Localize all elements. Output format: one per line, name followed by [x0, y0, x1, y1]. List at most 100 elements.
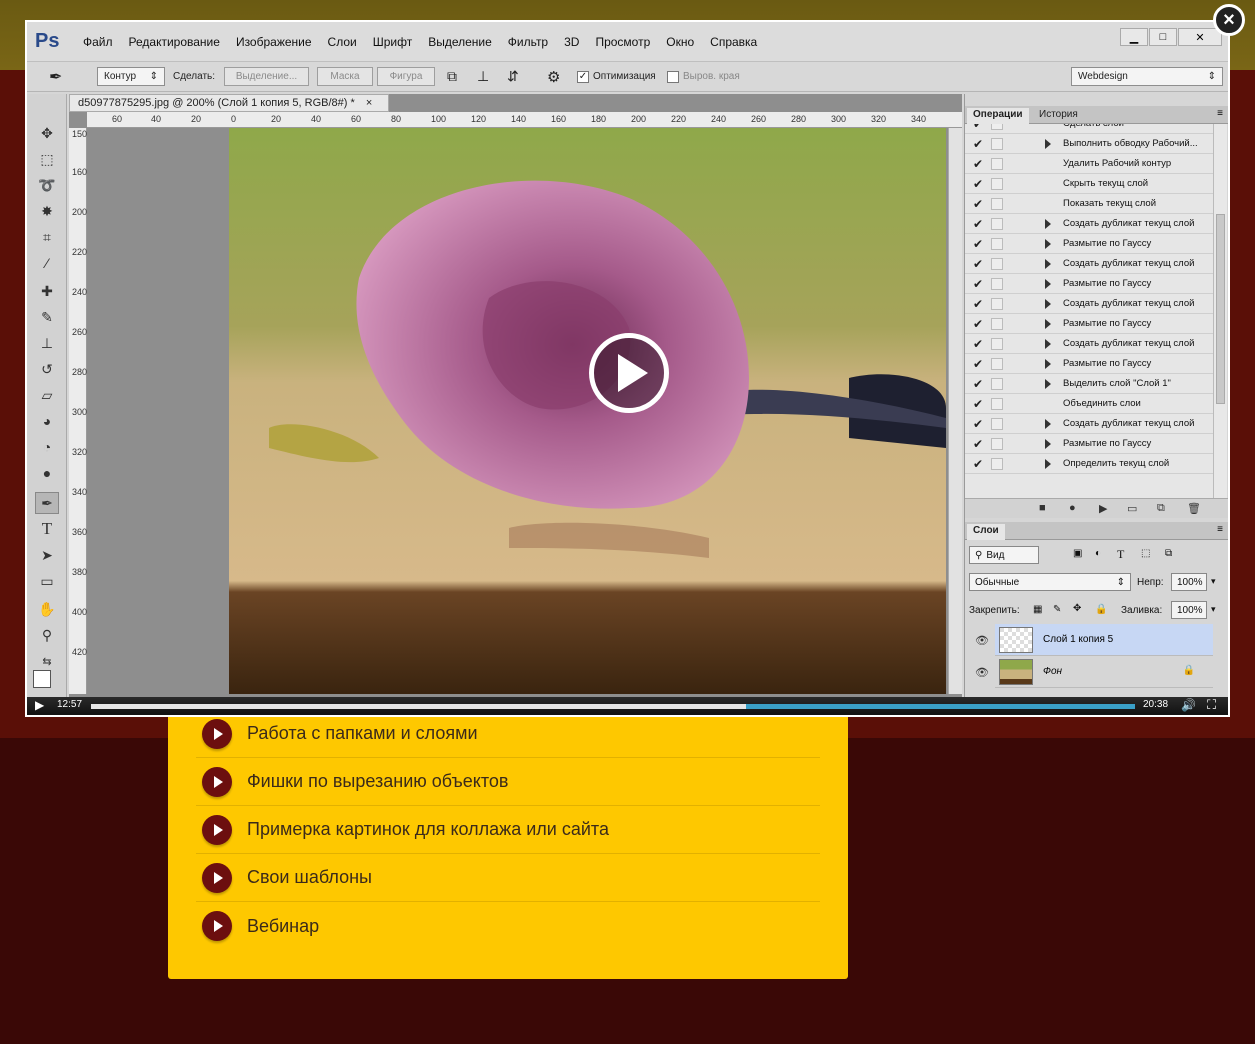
dodge-tool-icon[interactable]: ● [35, 462, 59, 484]
dialog-toggle-box[interactable] [991, 238, 1003, 250]
brush-tool-icon[interactable]: ✎ [35, 306, 59, 328]
menu-image[interactable]: Изображение [228, 35, 320, 49]
move-tool-icon[interactable]: ✥ [35, 122, 59, 144]
video-play-button[interactable] [589, 333, 669, 413]
expand-triangle-icon[interactable] [1045, 299, 1051, 309]
chevron-down-icon[interactable]: ▾ [1211, 576, 1216, 587]
swap-colors-icon[interactable]: ⇆ [35, 650, 59, 672]
course-item[interactable]: Вебинар [196, 902, 820, 950]
lock-position-icon[interactable]: ✥ [1073, 603, 1081, 614]
lasso-tool-icon[interactable]: ➰ [35, 174, 59, 196]
filter-image-icon[interactable]: ▣ [1073, 548, 1082, 559]
healing-brush-tool-icon[interactable]: ✚ [35, 280, 59, 302]
dialog-toggle-box[interactable] [991, 338, 1003, 350]
gear-icon[interactable]: ⚙ [547, 67, 560, 86]
magic-wand-tool-icon[interactable]: ✸ [35, 200, 59, 222]
zoom-tool-icon[interactable]: ⚲ [35, 624, 59, 646]
dialog-toggle-box[interactable] [991, 178, 1003, 190]
type-tool-icon[interactable]: T [35, 518, 59, 540]
eyedropper-tool-icon[interactable]: ⁄ [35, 252, 59, 274]
dialog-toggle-box[interactable] [991, 458, 1003, 470]
tab-history[interactable]: История [1033, 108, 1084, 124]
expand-triangle-icon[interactable] [1045, 459, 1051, 469]
eraser-tool-icon[interactable]: ▱ [35, 384, 59, 406]
play-icon[interactable]: ▶ [1099, 502, 1107, 515]
action-row[interactable]: ✔ Создать дубликат текущ слой [965, 334, 1213, 354]
volume-icon[interactable]: 🔊 [1181, 698, 1196, 712]
selection-button[interactable]: Выделение... [224, 67, 309, 86]
dialog-toggle-box[interactable] [991, 198, 1003, 210]
check-icon[interactable]: ✔ [973, 124, 983, 131]
action-row[interactable]: ✔ Размытие по Гауссу [965, 434, 1213, 454]
stop-icon[interactable]: ■ [1039, 502, 1046, 514]
action-row[interactable]: ✔ Размытие по Гауссу [965, 274, 1213, 294]
expand-triangle-icon[interactable] [1045, 319, 1051, 329]
paint-bucket-tool-icon[interactable]: ◕ [35, 410, 59, 432]
opacity-input[interactable]: 100% [1171, 573, 1207, 591]
workspace-select[interactable]: Webdesign ⇕ [1071, 67, 1223, 86]
dialog-toggle-box[interactable] [991, 218, 1003, 230]
video-progress-bar[interactable] [91, 704, 1135, 709]
check-icon[interactable]: ✔ [973, 197, 983, 211]
dialog-toggle-box[interactable] [991, 298, 1003, 310]
lock-transparent-icon[interactable]: ▦ [1033, 604, 1042, 615]
action-row[interactable]: ✔ Сделать слои [965, 124, 1213, 134]
optimize-checkbox[interactable]: ✓ Оптимизация [577, 67, 656, 86]
expand-triangle-icon[interactable] [1045, 139, 1051, 149]
actions-scrollbar[interactable] [1213, 124, 1227, 498]
menu-3d[interactable]: 3D [556, 35, 587, 49]
menu-view[interactable]: Просмотр [587, 35, 658, 49]
blur-tool-icon[interactable]: ◔ [35, 436, 59, 458]
dialog-toggle-box[interactable] [991, 158, 1003, 170]
check-icon[interactable]: ✔ [973, 437, 983, 451]
new-action-icon[interactable]: ⧉ [1157, 502, 1165, 515]
dialog-toggle-box[interactable] [991, 124, 1003, 130]
menu-window[interactable]: Окно [658, 35, 702, 49]
history-brush-tool-icon[interactable]: ↺ [35, 358, 59, 380]
foreground-color-swatch[interactable] [33, 670, 51, 688]
shape-tool-icon[interactable]: ▭ [35, 570, 59, 592]
path-align-icon[interactable]: ⊥ [477, 67, 489, 86]
action-row[interactable]: ✔ Размытие по Гауссу [965, 234, 1213, 254]
pen-tool-icon[interactable]: ✒ [49, 67, 62, 86]
action-row[interactable]: ✔ Создать дубликат текущ слой [965, 254, 1213, 274]
hand-tool-icon[interactable]: ✋ [35, 598, 59, 620]
filter-smart-icon[interactable]: ⧉ [1165, 548, 1172, 559]
pen-tool-icon[interactable]: ✒ [35, 492, 59, 514]
chevron-down-icon[interactable]: ▾ [1211, 604, 1216, 615]
action-row[interactable]: ✔ Создать дубликат текущ слой [965, 294, 1213, 314]
expand-triangle-icon[interactable] [1045, 279, 1051, 289]
filter-shape-icon[interactable]: ⬚ [1141, 548, 1150, 559]
menu-help[interactable]: Справка [702, 35, 765, 49]
menu-filter[interactable]: Фильтр [500, 35, 556, 49]
tab-layers[interactable]: Слои [967, 524, 1005, 540]
dialog-toggle-box[interactable] [991, 358, 1003, 370]
menu-edit[interactable]: Редактирование [121, 35, 228, 49]
check-icon[interactable]: ✔ [973, 397, 983, 411]
action-row[interactable]: ✔ Размытие по Гауссу [965, 314, 1213, 334]
check-icon[interactable]: ✔ [973, 357, 983, 371]
folder-icon[interactable]: ▭ [1127, 502, 1137, 515]
fill-input[interactable]: 100% [1171, 601, 1207, 619]
dialog-toggle-box[interactable] [991, 438, 1003, 450]
menu-file[interactable]: Файл [75, 35, 121, 49]
canvas-scrollbar[interactable] [948, 128, 962, 694]
minimize-button[interactable]: ▁ [1120, 28, 1148, 46]
course-item[interactable]: Примерка картинок для коллажа или сайта [196, 806, 820, 854]
tab-actions[interactable]: Операции [967, 108, 1029, 124]
menu-select[interactable]: Выделение [420, 35, 500, 49]
expand-triangle-icon[interactable] [1045, 419, 1051, 429]
layer-filter-select[interactable]: ⚲ Вид [969, 546, 1039, 564]
expand-triangle-icon[interactable] [1045, 239, 1051, 249]
lock-pixels-icon[interactable]: ✎ [1053, 604, 1061, 615]
check-icon[interactable]: ✔ [973, 457, 983, 471]
check-icon[interactable]: ✔ [973, 317, 983, 331]
check-icon[interactable]: ✔ [973, 217, 983, 231]
action-row[interactable]: ✔ Размытие по Гауссу [965, 354, 1213, 374]
check-icon[interactable]: ✔ [973, 277, 983, 291]
action-row[interactable]: ✔ Удалить Рабочий контур [965, 154, 1213, 174]
shape-button[interactable]: Фигура [377, 67, 435, 86]
mask-button[interactable]: Маска [317, 67, 373, 86]
action-row[interactable]: ✔ Показать текущ слой [965, 194, 1213, 214]
expand-triangle-icon[interactable] [1045, 339, 1051, 349]
